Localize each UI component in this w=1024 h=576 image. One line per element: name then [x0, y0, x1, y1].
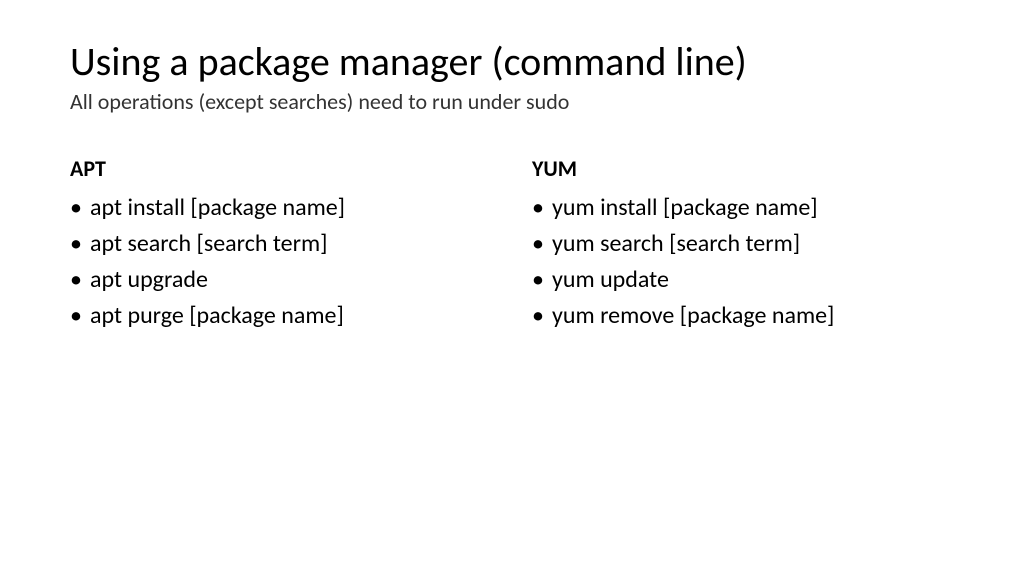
column-apt: APT apt install [package name] apt searc…: [70, 155, 492, 334]
column-yum: YUM yum install [package name] yum searc…: [532, 155, 954, 334]
list-item: apt upgrade: [70, 262, 492, 298]
yum-command-list: yum install [package name] yum search [s…: [532, 190, 954, 334]
column-heading-apt: APT: [70, 155, 492, 182]
list-item: yum search [search term]: [532, 226, 954, 262]
apt-command-list: apt install [package name] apt search [s…: [70, 190, 492, 334]
list-item: yum install [package name]: [532, 190, 954, 226]
list-item: apt install [package name]: [70, 190, 492, 226]
list-item: apt purge [package name]: [70, 298, 492, 334]
slide-title: Using a package manager (command line): [70, 40, 954, 84]
list-item: yum update: [532, 262, 954, 298]
list-item: yum remove [package name]: [532, 298, 954, 334]
content-columns: APT apt install [package name] apt searc…: [70, 155, 954, 334]
column-heading-yum: YUM: [532, 155, 954, 182]
slide-subtitle: All operations (except searches) need to…: [70, 88, 954, 115]
list-item: apt search [search term]: [70, 226, 492, 262]
